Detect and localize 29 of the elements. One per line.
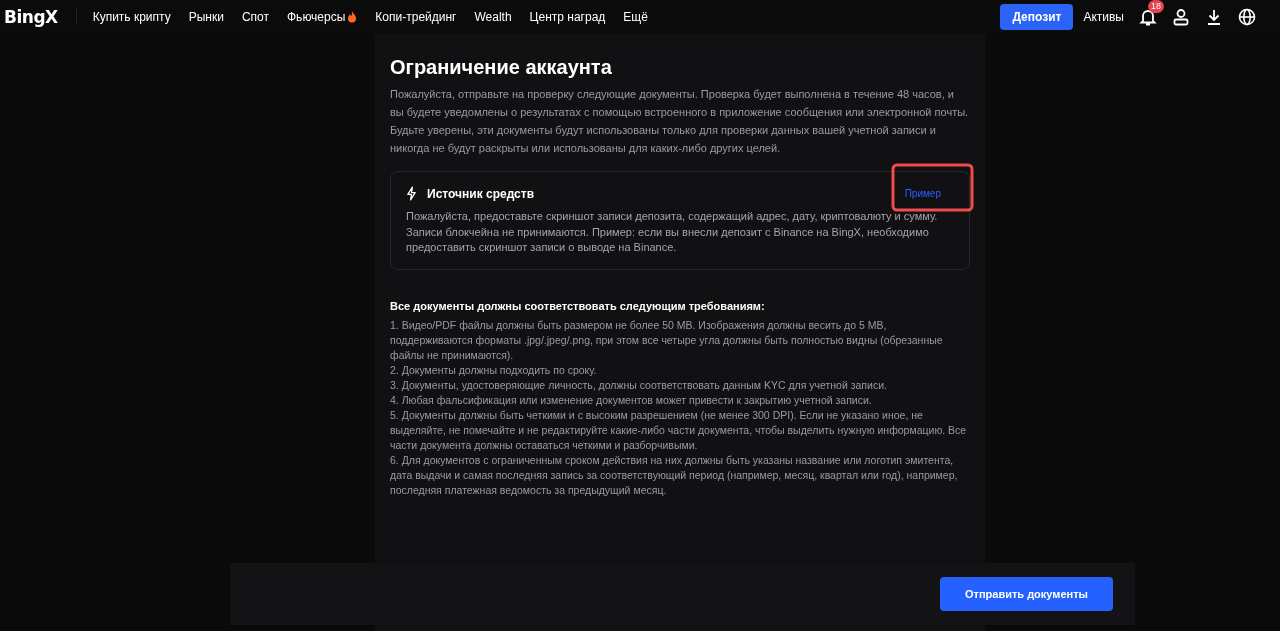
requirement-item: 1. Видео/PDF файлы должны быть размером не более 50 MB. Изображения должны весить до 5 MB, поддерживаются форматы .jpg/.jpeg/.png, при этом все четыре угла должны быть полностью видны (обрезанные файлы не принимаются). — [390, 317, 944, 363]
bell-icon[interactable] — [1138, 7, 1158, 27]
requirement-item: 5. Документы должны быть четкими и с высоким разрешением (не менее 300 DPI). Если не указано иное, не выделяйте, не помечайте и не редактируйте какие-либо части документа, чтобы выделить нужную информацию. Все части документа должны оставаться четкими и разборчивыми. — [390, 407, 968, 453]
requirements-heading: Все документы должны соответствовать следующим требованиям: — [390, 299, 766, 312]
example-link[interactable]: Пример — [904, 188, 941, 199]
lightning-icon — [406, 186, 417, 201]
requirement-item: 3. Документы, удостоверяющие личность, должны соответствовать данным KYC для учетной записи. — [390, 377, 888, 393]
requirement-item: 2. Документы должны подходить по сроку. — [390, 362, 598, 378]
globe-icon[interactable] — [1237, 7, 1257, 27]
nav-link[interactable]: Фьючерсы — [287, 10, 358, 24]
nav-link[interactable]: Спот — [241, 10, 269, 24]
nav-link[interactable]: Рынки — [188, 10, 224, 24]
notification-badge: 18 — [1148, 0, 1164, 13]
nav-link[interactable]: Копи-трейдинг — [375, 10, 457, 24]
nav-link[interactable]: Ещё — [623, 10, 648, 24]
nav-link[interactable]: Центр наград — [529, 10, 606, 24]
nav-link[interactable]: Купить крипту — [92, 10, 171, 24]
submit-button[interactable]: Отправить документы — [940, 577, 1113, 611]
requirement-item: 6. Для документов с ограниченным сроком действия на них должны быть указаны название или логотип эмитента, дата выдачи и самая последняя запись за соответствующий период (например, месяц, квартал или год), например, последняя платежная ведомость за предыдущий месяц. — [390, 452, 959, 498]
deposit-button[interactable]: Депозит — [1000, 4, 1074, 30]
requirement-item: 4. Любая фальсификация или изменение документов может привести к закрытию учетной записи. — [390, 392, 873, 408]
card-text: Пожалуйста, предоставьте скриншот записи депозита, содержащий адрес, дату, криптовалюту и сумму. Записи блокчейна не принимаются. Пример: если вы внесли депозит с Binance на BingX, необходимо предоставить скриншот записи о выводе на Binance. — [406, 209, 939, 255]
assets-link[interactable]: Активы — [1083, 10, 1124, 24]
card-title: Источник средств — [427, 186, 536, 201]
user-icon[interactable] — [1171, 7, 1191, 27]
logo[interactable]: BingX — [4, 7, 58, 27]
page-title: Ограничение аккаунта — [390, 56, 613, 79]
intro-paragraph: Пожалуйста, отправьте на проверку следующие документы. Проверка будет выполнена в течение 48 часов, и вы будете уведомлены о результатах с помощью встроенного в приложение сообщения или электронной почты. Будьте уверены, эти документы будут использованы только для проверки данных вашей учетной записи и никогда не будут раскрыты или использованы для каких-либо других целей. — [390, 87, 970, 156]
nav-link[interactable]: Wealth — [474, 10, 512, 24]
